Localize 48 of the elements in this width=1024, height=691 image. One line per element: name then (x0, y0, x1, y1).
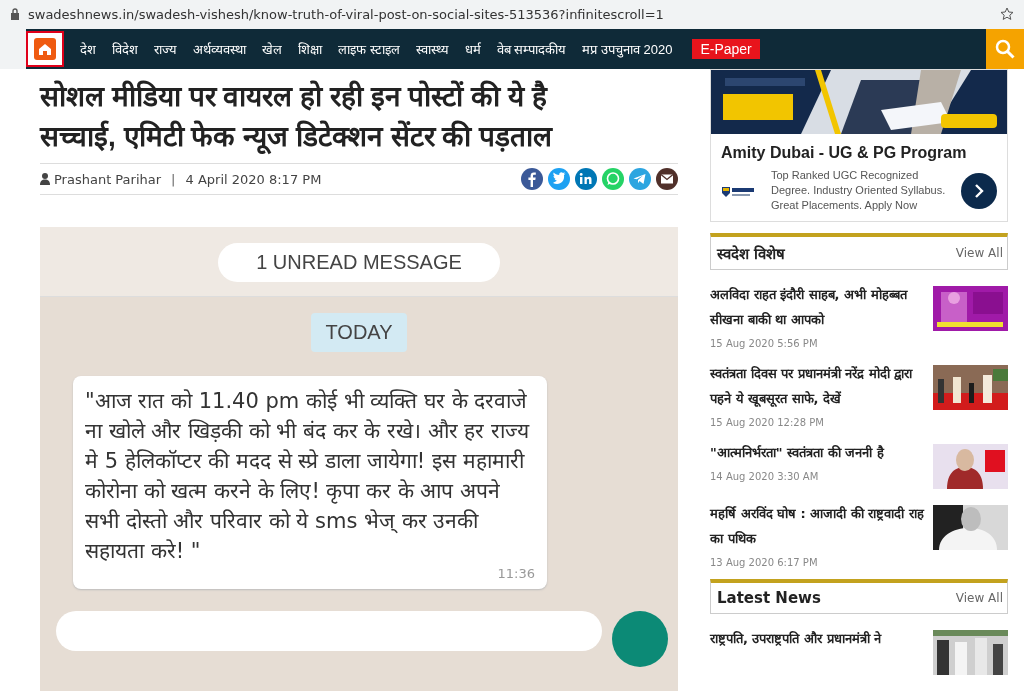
ad-description: Top Ranked UGC Recognized Degree. Industry Oriented Syllabus. Great Placements. Apply Now (770, 168, 947, 213)
telegram-share-button[interactable] (629, 168, 651, 190)
view-all-link[interactable]: View All (955, 246, 1003, 260)
person-icon (40, 173, 50, 185)
nav-link[interactable]: विदेश (104, 40, 146, 58)
nav-link[interactable]: वेब सम्पादकीय (488, 40, 575, 58)
section-title: स्वदेश विशेष (717, 244, 786, 263)
nav-link[interactable]: स्वास्थ्य (407, 40, 457, 58)
news-date: 15 Aug 2020 12:28 PM (710, 417, 825, 428)
author-name[interactable]: Prashant Parihar (54, 171, 162, 187)
publish-date: 4 April 2020 8:17 PM (185, 171, 322, 187)
nav-link[interactable]: देश (72, 40, 104, 58)
news-headline[interactable]: स्वतंत्रता दिवस पर प्रधानमंत्री नरेंद्र मोदी द्वारा पहने ये खूबसूरत साफे, देखें (710, 361, 925, 411)
nav-link[interactable]: खेल (254, 40, 290, 58)
message-text: "आज रात को 11.40 pm कोई भी व्यक्ति घर के दरवाजे ना खोले और खिड़की को भी बंद कर के रखे। और हर राज्य मे 5 हेलिकॉप्टर की मदद से स्प्रे डाला जायेगा! इस महामारी कोरोना को खत्म करने के लिए! कृपा कर के आप अपने सभी दोस्तो और परिवार को ये sms भेज् कर उनकी सहायता करे! " (85, 388, 531, 565)
unread-banner: 1 UNREAD MESSAGE (218, 243, 500, 282)
news-date: 13 Aug 2020 6:17 PM (710, 557, 819, 568)
news-headline[interactable]: अलविदा राहत इंदौरी साहब, अभी मोहब्बत सीखना बाकी था आपको (710, 282, 925, 332)
news-headline[interactable]: राष्ट्रपति, उपराष्ट्रपति और प्रधानमंत्री ने (710, 626, 882, 651)
nav-link[interactable]: धर्म (456, 40, 489, 58)
news-headline[interactable]: महर्षि अरविंद घोष : आजादी की राष्ट्रवादी राह का पथिक (710, 501, 925, 551)
view-all-link[interactable]: View All (955, 591, 1003, 605)
chevron-right-icon (972, 182, 986, 199)
section-title: Latest News (717, 589, 821, 607)
mail-share-button[interactable] (656, 168, 678, 190)
lock-icon (10, 8, 20, 20)
ad-title[interactable]: Amity Dubai - UG & PG Program (711, 134, 1007, 168)
star-icon[interactable] (1000, 7, 1014, 21)
nav-link[interactable]: अर्थव्यवस्था (185, 40, 254, 58)
news-date: 15 Aug 2020 5:56 PM (710, 338, 819, 349)
nav-link[interactable]: लाइफ स्टाइल (330, 40, 408, 58)
facebook-share-button[interactable] (521, 168, 543, 190)
epaper-link[interactable]: E-Paper (692, 39, 760, 59)
separator-text: | (171, 171, 176, 187)
nav-link[interactable]: राज्य (146, 40, 185, 58)
article-headline: सोशल मीडिया पर वायरल हो रही इन पोस्टों की ये है सच्चाई, एमिटी फेक न्यूज डिटेक्शन सेंटर की पड़ताल (40, 79, 554, 156)
home-icon (34, 38, 56, 60)
next-button[interactable] (961, 172, 997, 209)
news-date: 14 Aug 2020 3:30 AM (710, 471, 820, 482)
twitter-share-button[interactable] (548, 168, 570, 190)
nav-link[interactable]: शिक्षा (290, 40, 330, 58)
linkedin-share-button[interactable] (575, 168, 597, 190)
search-icon (995, 39, 1015, 59)
home-button[interactable] (26, 31, 64, 67)
date-chip: TODAY (311, 313, 407, 352)
message-time: 11:36 (496, 566, 535, 581)
nav-link[interactable]: मप्र उपचुनाव 2020 (574, 40, 681, 58)
news-headline[interactable]: "आत्मनिर्भरता" स्वतंत्रता की जननी है (710, 440, 884, 465)
